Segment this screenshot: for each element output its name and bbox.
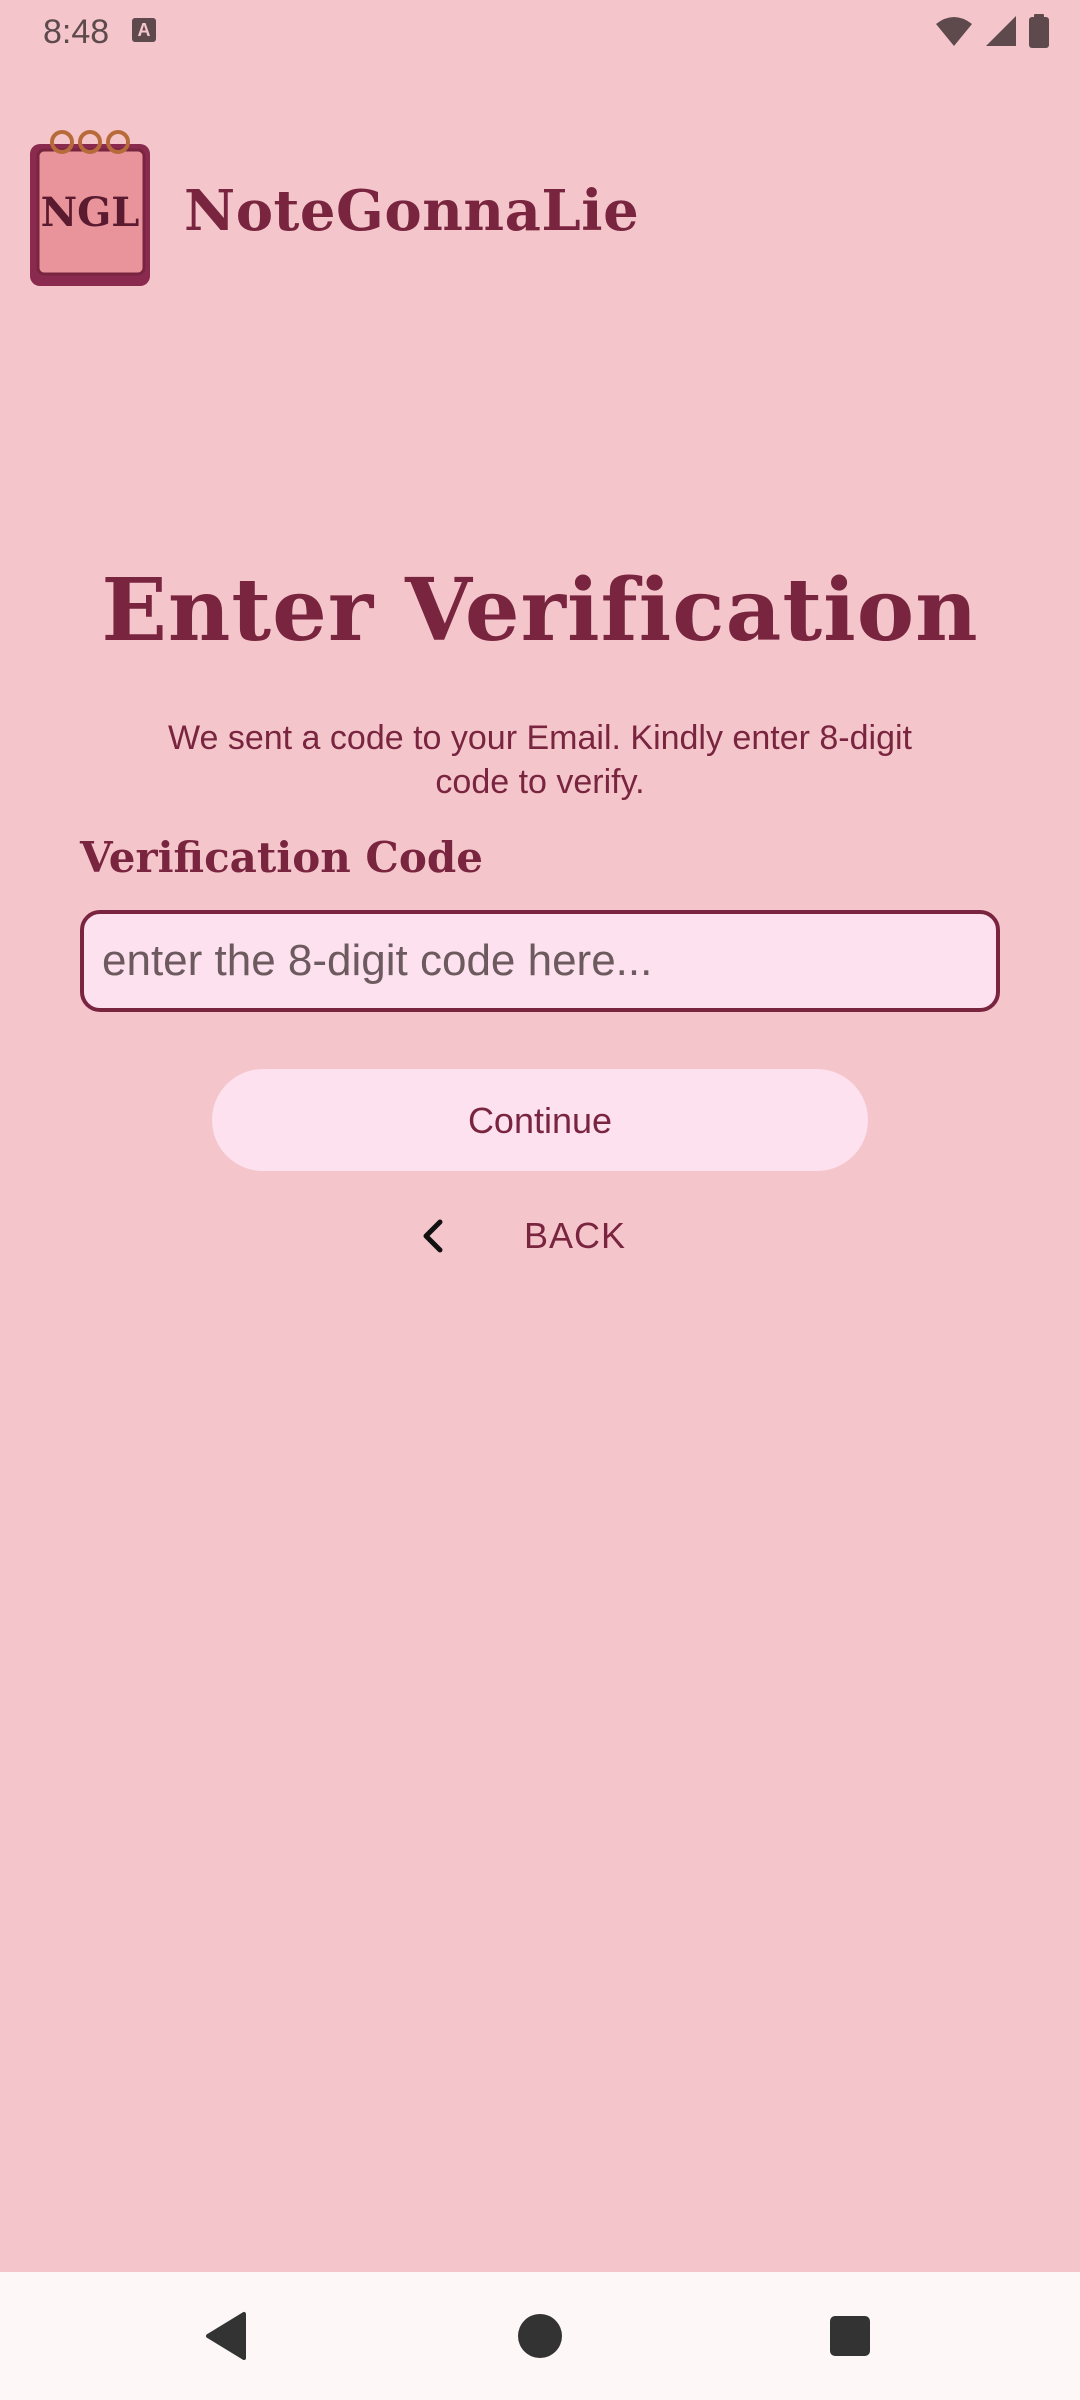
logo-text: NGL xyxy=(41,189,140,236)
status-icons xyxy=(934,14,1050,48)
status-time: 8:48 xyxy=(43,13,110,51)
signal-icon xyxy=(986,16,1016,46)
battery-icon xyxy=(1029,14,1049,48)
nav-recents-icon[interactable] xyxy=(818,2304,882,2368)
status-bar: 8:48 A xyxy=(0,0,1080,64)
back-label: BACK xyxy=(524,1215,627,1256)
a-icon: A xyxy=(132,18,156,42)
app-name: NoteGonnaLie xyxy=(184,178,640,244)
verification-code-input[interactable] xyxy=(80,910,1000,1012)
subtitle-text: We sent a code to your Email. Kindly ent… xyxy=(168,719,912,801)
app-logo-icon: NGL xyxy=(30,130,150,286)
nav-back-icon[interactable] xyxy=(196,2304,260,2368)
verification-code-label: Verification Code xyxy=(80,833,483,882)
verification-screen: 8:48 A NGL NoteGonnaLie Enter Verificati… xyxy=(0,0,1080,2400)
page-title: Enter Verification xyxy=(101,560,979,661)
navigation-bar xyxy=(0,2272,1080,2400)
chevron-left-icon xyxy=(423,1219,443,1253)
continue-button[interactable]: Continue xyxy=(212,1069,868,1171)
wifi-icon xyxy=(936,17,972,46)
nav-home-icon[interactable] xyxy=(508,2304,572,2368)
back-button[interactable]: BACK xyxy=(400,1206,640,1266)
